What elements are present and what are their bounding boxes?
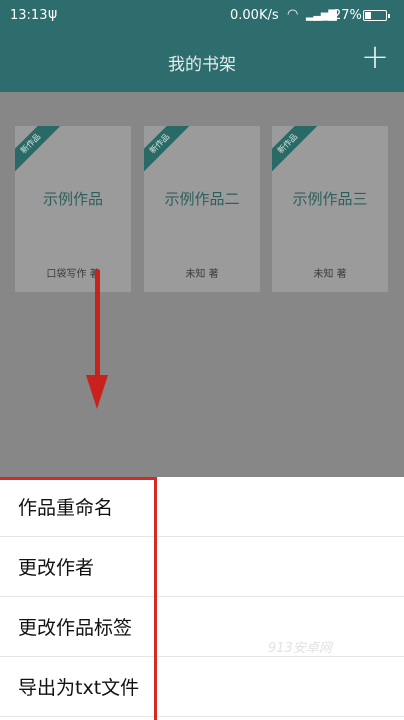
bookshelf-grid: 新作品 示例作品 口袋写作 著 新作品 示例作品二 未知 著 新作品 示例作品三… (0, 92, 404, 477)
book-card[interactable]: 新作品 示例作品 口袋写作 著 (15, 126, 131, 292)
book-title: 示例作品三 (292, 190, 368, 208)
menu-item-export-txt[interactable]: 导出为txt文件 (0, 657, 404, 717)
annotation-arrow-line (95, 270, 100, 380)
add-icon[interactable]: + (360, 40, 390, 74)
watermark: 913安卓网 (268, 641, 332, 656)
status-bar: 13:13 ψ 0.00K/s ◠ ▂▃▅▇ 27% (0, 0, 404, 32)
menu-item-change-author[interactable]: 更改作者 (0, 537, 404, 597)
book-card[interactable]: 新作品 示例作品二 未知 著 (144, 126, 260, 292)
book-card[interactable]: 新作品 示例作品三 未知 著 (272, 126, 388, 292)
new-badge: 新作品 (15, 126, 63, 176)
battery-percent: 27% (333, 8, 362, 23)
page-title: 我的书架 (168, 55, 236, 75)
usb-icon: ψ (48, 6, 58, 22)
book-author: 未知 著 (185, 269, 219, 280)
menu-item-change-tags[interactable]: 更改作品标签 (0, 597, 404, 657)
menu-item-rename[interactable]: 作品重命名 (0, 477, 404, 537)
book-title: 示例作品二 (164, 190, 240, 208)
wifi-icon: ◠ (287, 7, 299, 22)
book-author: 未知 著 (313, 269, 347, 280)
status-time: 13:13 (10, 8, 48, 23)
signal-icon: ▂▃▅▇ (306, 8, 337, 21)
battery-icon (363, 10, 390, 21)
new-badge: 新作品 (272, 126, 320, 176)
app-bar: 我的书架 + (0, 32, 404, 92)
context-menu-sheet: 作品重命名 更改作者 更改作品标签 导出为txt文件 913安卓网 (0, 477, 404, 720)
book-title: 示例作品 (42, 190, 103, 208)
book-author: 口袋写作 著 (46, 269, 100, 280)
annotation-arrow-head (86, 375, 108, 409)
network-speed: 0.00K/s (230, 8, 279, 23)
new-badge: 新作品 (144, 126, 192, 176)
